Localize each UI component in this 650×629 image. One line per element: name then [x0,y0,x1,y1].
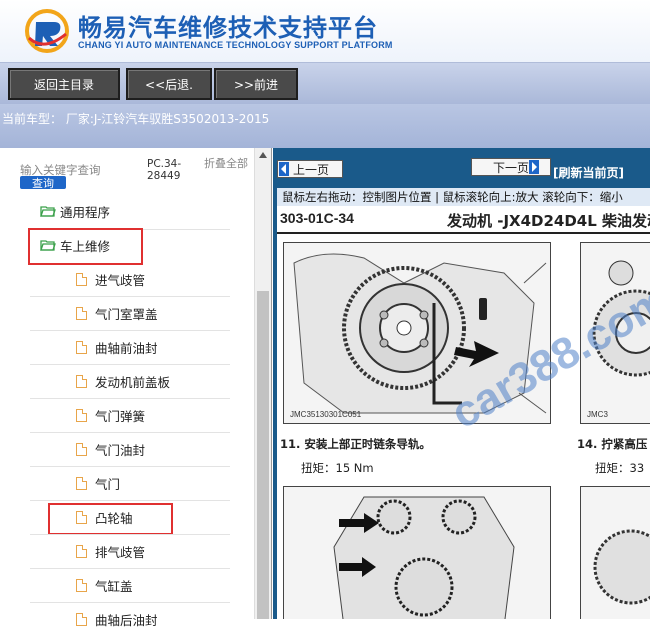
forward-button[interactable]: >>前进 [214,68,298,100]
tree-label: 气门 [95,476,121,492]
hint-bar: 鼠标左右拖动：控制图片位置 | 鼠标滚轮向上:放大 滚轮向下：缩小 [277,188,650,206]
tree-item-exhaust-manifold[interactable]: 排气歧管 [76,541,145,561]
tree-label: 曲轴前油封 [95,340,158,356]
tree-item-valve[interactable]: 气门 [76,473,120,493]
document-icon [76,442,87,456]
tree-label: 气门弹簧 [95,408,146,424]
tree-label: 排气歧管 [95,544,146,560]
brand-subtitle: CHANG YI AUTO MAINTENANCE TECHNOLOGY SUP… [78,40,393,50]
document-icon [76,544,87,558]
document-icon [76,578,87,592]
tree-divider [30,364,230,365]
tree-item-valve-seal[interactable]: 气门油封 [76,439,145,459]
torque-14: 扭矩：33 [595,461,645,475]
tree-label: 曲轴后油封 [95,612,158,628]
divider [277,232,650,234]
doc-code: 303-01C-34 [280,210,354,226]
brand-logo-icon [25,9,69,53]
tree-divider [30,500,230,501]
document-icon [76,374,87,388]
scroll-thumb[interactable] [257,291,269,619]
tree-divider [30,534,230,535]
tree-item-cylinder-head[interactable]: 气缸盖 [76,575,133,595]
tree-item-front-crank-seal[interactable]: 曲轴前油封 [76,337,158,357]
tree-item-front-cover[interactable]: 发动机前盖板 [76,371,170,391]
tree-item-rear-crank-seal[interactable]: 曲轴后油封 [76,609,158,629]
engine-illustration [581,487,650,619]
arrow-right-icon[interactable] [529,160,539,174]
refresh-page-link[interactable]: [刷新当前页] [553,164,624,181]
arrow-left-icon [279,162,289,176]
tree-label: 进气歧管 [95,272,146,288]
tree-divider [30,568,230,569]
tree-divider [30,432,230,433]
tree-divider [30,296,230,297]
back-button[interactable]: <<后退. [126,68,212,100]
document-icon [76,612,87,626]
pc-code: PC.34-28449 [147,158,182,182]
next-page-label: 下一页 [492,160,529,175]
figure-4 [580,486,650,619]
home-button[interactable]: 返回主目录 [8,68,120,100]
document-icon [76,408,87,422]
doc-title: 发动机 -JX4D24D4L 柴油发动 [447,212,650,230]
app-header: 畅易汽车维修技术支持平台 CHANG YI AUTO MAINTENANCE T… [0,0,650,62]
folder-open-icon [40,206,56,217]
tree-label: 气门室罩盖 [95,306,158,322]
tree-label: 气缸盖 [95,578,133,594]
torque-11: 扭矩：15 Nm [301,461,374,475]
tree-label: 气门油封 [95,442,146,458]
sidebar-scrollbar[interactable] [254,148,271,619]
tree-item-valve-spring[interactable]: 气门弹簧 [76,405,145,425]
document-icon [76,272,87,286]
tree-label: 通用程序 [60,204,111,220]
prev-page-label: 上一页 [293,162,330,177]
figure-3 [283,486,551,619]
tree-label: 发动机前盖板 [95,374,171,390]
figure-2-code: JMC3 [587,410,608,419]
figure-1-code: JMC35130301C051 [290,410,362,419]
nav-bar: 返回主目录 <<后退. >>前进 [0,62,650,104]
tree-divider [30,398,230,399]
content-panel: 上一页 下一页 [刷新当前页] 鼠标左右拖动：控制图片位置 | 鼠标滚轮向上:放… [273,148,650,619]
document-icon [76,306,87,320]
brand-title: 畅易汽车维修技术支持平台 [78,14,378,42]
sidebar: 输入关键字查询 查询 PC.34-28449 折叠全部 通用程序 车上维修 进气… [0,148,272,628]
scroll-up-icon[interactable] [259,152,267,158]
document-icon [76,476,87,490]
document-icon [76,340,87,354]
search-button[interactable]: 查询 [20,176,66,190]
step-14: 14. 拧紧高压 [577,437,648,451]
tree-divider [30,466,230,467]
highlight-box [48,503,173,535]
prev-page-button[interactable]: 上一页 [277,160,343,178]
tree-divider [30,330,230,331]
tree-divider [30,602,230,603]
current-vehicle: 当前车型： 厂家:J-江铃汽车驭胜S3502013-2015 [2,112,270,126]
vehicle-bar: 当前车型： 厂家:J-江铃汽车驭胜S3502013-2015 [0,104,650,148]
fold-all-button[interactable]: 折叠全部 [204,158,248,170]
timing-chain-illustration [284,487,550,619]
tree-folder-general[interactable]: 通用程序 [40,201,110,221]
next-page-button[interactable]: 下一页 [471,158,551,176]
highlight-box [28,228,143,265]
step-11: 11. 安装上部正时链条导轨。 [280,437,431,451]
tree-item-intake-manifold[interactable]: 进气歧管 [76,269,145,289]
tree-item-valve-cover[interactable]: 气门室罩盖 [76,303,158,323]
